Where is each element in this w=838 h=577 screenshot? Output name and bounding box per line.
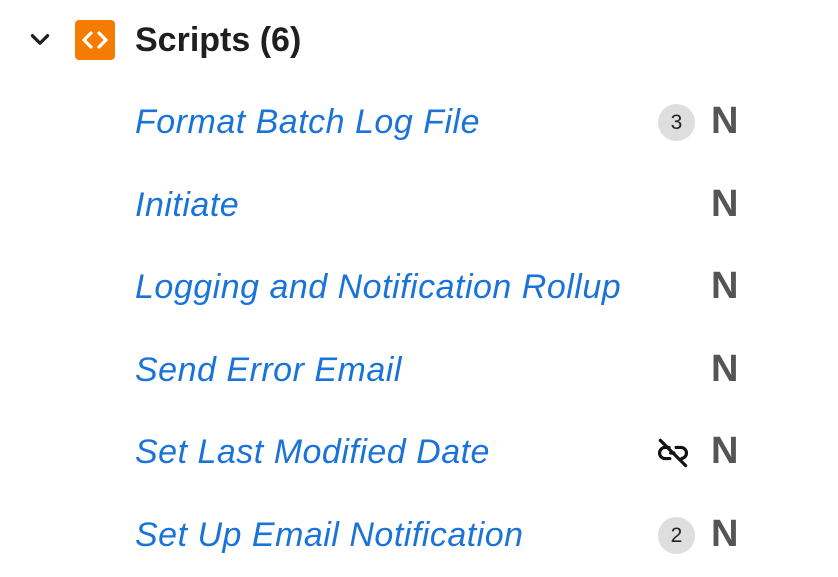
list-item: Format Batch Log File 3 N	[0, 82, 838, 164]
status-indicator: N	[711, 265, 739, 307]
script-link[interactable]: Format Batch Log File	[135, 100, 480, 144]
list-item: Set Last Modified Date N	[0, 412, 838, 494]
list-item: Initiate N	[0, 165, 838, 247]
script-link[interactable]: Set Up Email Notification	[135, 513, 524, 557]
list-item: Logging and Notification Rollup N	[0, 247, 838, 329]
status-indicator: N	[711, 100, 739, 142]
scripts-group-header[interactable]: Scripts (6)	[0, 0, 838, 80]
count-badge: 3	[658, 104, 695, 141]
status-indicator: N	[711, 348, 739, 390]
status-indicator: N	[711, 430, 739, 472]
status-indicator: N	[711, 183, 739, 225]
count-badge: 2	[658, 517, 695, 554]
list-item: Set Up Email Notification 2 N	[0, 495, 838, 577]
script-link[interactable]: Logging and Notification Rollup	[135, 265, 621, 309]
script-link[interactable]: Send Error Email	[135, 348, 402, 392]
status-indicator: N	[711, 513, 739, 555]
list-item: Send Error Email N	[0, 330, 838, 412]
code-brackets-icon	[75, 20, 115, 60]
link-off-icon	[658, 438, 689, 468]
chevron-down-icon[interactable]	[27, 27, 53, 53]
script-link[interactable]: Set Last Modified Date	[135, 430, 490, 474]
script-link[interactable]: Initiate	[135, 183, 239, 227]
group-title: Scripts (6)	[135, 21, 302, 59]
